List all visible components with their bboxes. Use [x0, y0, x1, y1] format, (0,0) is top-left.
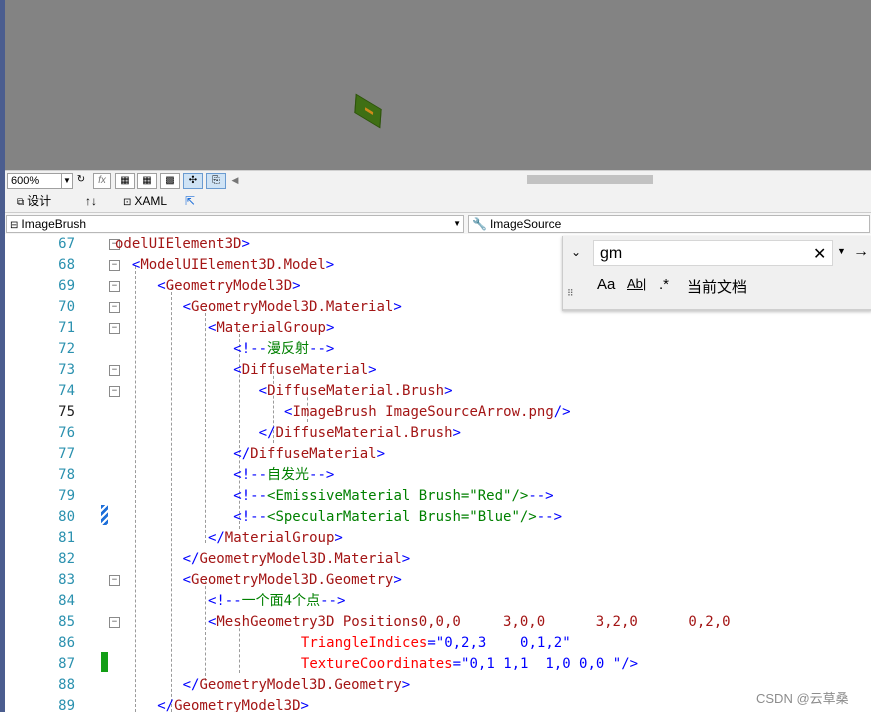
line-number: 68 [58, 257, 75, 273]
formula-button[interactable]: fx [93, 173, 111, 189]
design-viewport[interactable] [5, 0, 871, 170]
horizontal-scrollbar[interactable] [527, 175, 653, 184]
element-dropdown[interactable]: ⊟ ImageBrush ▼ [6, 215, 464, 233]
code-line: TriangleIndices="0,2,3 0,1,2" [300, 635, 571, 651]
line-number: 67 [58, 236, 75, 252]
element-icon: ⊟ [10, 220, 19, 231]
snap-lines-icon[interactable]: ✣ [183, 173, 203, 189]
line-number: 78 [58, 467, 75, 483]
member-dropdown[interactable]: 🔧 ImageSource [468, 215, 870, 233]
zoom-dropdown-icon[interactable]: ▼ [61, 173, 73, 189]
fold-toggle-icon[interactable]: − [109, 260, 120, 271]
search-input[interactable]: gm [593, 240, 833, 266]
scroll-left-icon[interactable]: ◀ [230, 173, 240, 187]
code-line: <!--<EmissiveMaterial Brush="Red"/>--> [233, 488, 554, 504]
change-marker-saved [101, 652, 108, 672]
line-number: 84 [58, 593, 75, 609]
line-number: 77 [58, 446, 75, 462]
regex-toggle-icon[interactable]: .* [659, 276, 669, 293]
swap-panes-button[interactable]: ↑↓ [85, 193, 97, 209]
line-number: 88 [58, 677, 75, 693]
model-preview[interactable] [354, 93, 382, 129]
code-line: </GeometryModel3D.Material> [182, 551, 411, 567]
line-number: 81 [58, 530, 75, 546]
project-code-icon[interactable]: ⎘ [206, 173, 226, 189]
indent-guide [171, 287, 172, 712]
line-number: 86 [58, 635, 75, 651]
code-line: <!--一个面4个点--> [207, 593, 346, 609]
toggle-replace-icon[interactable]: ⌄ [571, 245, 581, 259]
code-line: </DiffuseMaterial> [233, 446, 386, 462]
code-line: TextureCoordinates="0,1 1,1 1,0 0,0 "/> [300, 656, 639, 672]
code-line: </MaterialGroup> [207, 530, 343, 546]
code-line: <GeometryModel3D.Material> [182, 299, 402, 315]
search-scope-dropdown[interactable]: 当前文档 [687, 276, 747, 297]
fold-toggle-icon[interactable]: − [109, 323, 120, 334]
fold-toggle-icon[interactable]: − [109, 365, 120, 376]
line-number: 87 [58, 656, 75, 672]
grid-icon[interactable]: ▦ [115, 173, 135, 189]
code-line: <MaterialGroup> [207, 320, 335, 336]
fold-toggle-icon[interactable]: − [109, 575, 120, 586]
indent-guide [205, 308, 206, 543]
code-line: <DiffuseMaterial.Brush> [258, 383, 453, 399]
line-number: 69 [58, 278, 75, 294]
zoom-input[interactable]: 600% [7, 173, 62, 189]
code-line: </DiffuseMaterial.Brush> [258, 425, 461, 441]
line-number: 83 [58, 572, 75, 588]
resize-grip-icon[interactable]: ⠿ [567, 288, 574, 299]
code-line: <!--<SpecularMaterial Brush="Blue"/>--> [233, 509, 563, 525]
view-tabs: ⧉ 设计 ↑↓ ⊡ XAML ⇱ [5, 190, 871, 212]
code-line: <GeometryModel3D> [157, 278, 301, 294]
code-line: <ImageBrush ImageSourceArrow.png/> [284, 404, 571, 420]
wrench-icon: 🔧 [472, 217, 487, 231]
line-number: 79 [58, 488, 75, 504]
search-history-dropdown-icon[interactable]: ▼ [837, 246, 846, 256]
fold-toggle-icon[interactable]: − [109, 617, 120, 628]
line-number: 80 [58, 509, 75, 525]
snap-grid-icon[interactable]: ▦ [137, 173, 157, 189]
design-icon: ⧉ [17, 197, 25, 208]
fold-toggle-icon[interactable]: − [109, 386, 120, 397]
background-icon[interactable]: ▩ [160, 173, 180, 189]
tab-xaml[interactable]: ⊡ XAML [123, 193, 167, 211]
code-line: <!--自发光--> [233, 467, 335, 483]
find-widget: ⌄ gm ✕ ▼ → ⠿ Aa Ab| .* 当前文档 [562, 236, 871, 311]
line-number: 73 [58, 362, 75, 378]
code-line: <!--漫反射--> [233, 341, 335, 357]
change-marker-unsaved [101, 505, 108, 525]
navigation-bar: ⊟ ImageBrush ▼ 🔧 ImageSource [5, 212, 871, 235]
match-case-toggle[interactable]: Aa [597, 276, 615, 293]
popout-icon[interactable]: ⇱ [185, 193, 195, 209]
line-number: 76 [58, 425, 75, 441]
code-line: <GeometryModel3D.Geometry> [182, 572, 402, 588]
clear-search-icon[interactable]: ✕ [813, 244, 826, 264]
indent-guide [205, 581, 206, 681]
line-number-current: 75 [58, 404, 75, 420]
watermark: CSDN @云草桑 [756, 691, 849, 706]
whole-word-toggle[interactable]: Ab| [627, 276, 646, 291]
line-number: 70 [58, 299, 75, 315]
indent-guide [135, 266, 136, 712]
refresh-icon[interactable]: ↻ [75, 173, 87, 187]
line-number: 82 [58, 551, 75, 567]
line-number: 72 [58, 341, 75, 357]
code-line: odelUIElement3D> [115, 236, 250, 252]
fold-toggle-icon[interactable]: − [109, 302, 120, 313]
line-number: 71 [58, 320, 75, 336]
line-number: 85 [58, 614, 75, 630]
tab-design[interactable]: ⧉ 设计 [17, 193, 51, 211]
find-next-arrow-icon[interactable]: → [853, 243, 869, 261]
fold-toggle-icon[interactable]: − [109, 281, 120, 292]
xaml-icon: ⊡ [123, 197, 132, 208]
code-line: </GeometryModel3D.Geometry> [182, 677, 411, 693]
line-number: 74 [58, 383, 75, 399]
line-number: 89 [58, 698, 75, 712]
code-line: <ModelUIElement3D.Model> [131, 257, 335, 273]
chevron-down-icon: ▼ [453, 219, 461, 228]
code-line: <DiffuseMaterial> [233, 362, 377, 378]
zoom-toolbar: 600% ▼ ↻ fx ▦ ▦ ▩ ✣ ⎘ ◀ [5, 170, 871, 191]
code-line: <MeshGeometry3D Positions0,0,0 3,0,0 3,2… [207, 614, 731, 630]
code-line: </GeometryModel3D> [157, 698, 309, 712]
